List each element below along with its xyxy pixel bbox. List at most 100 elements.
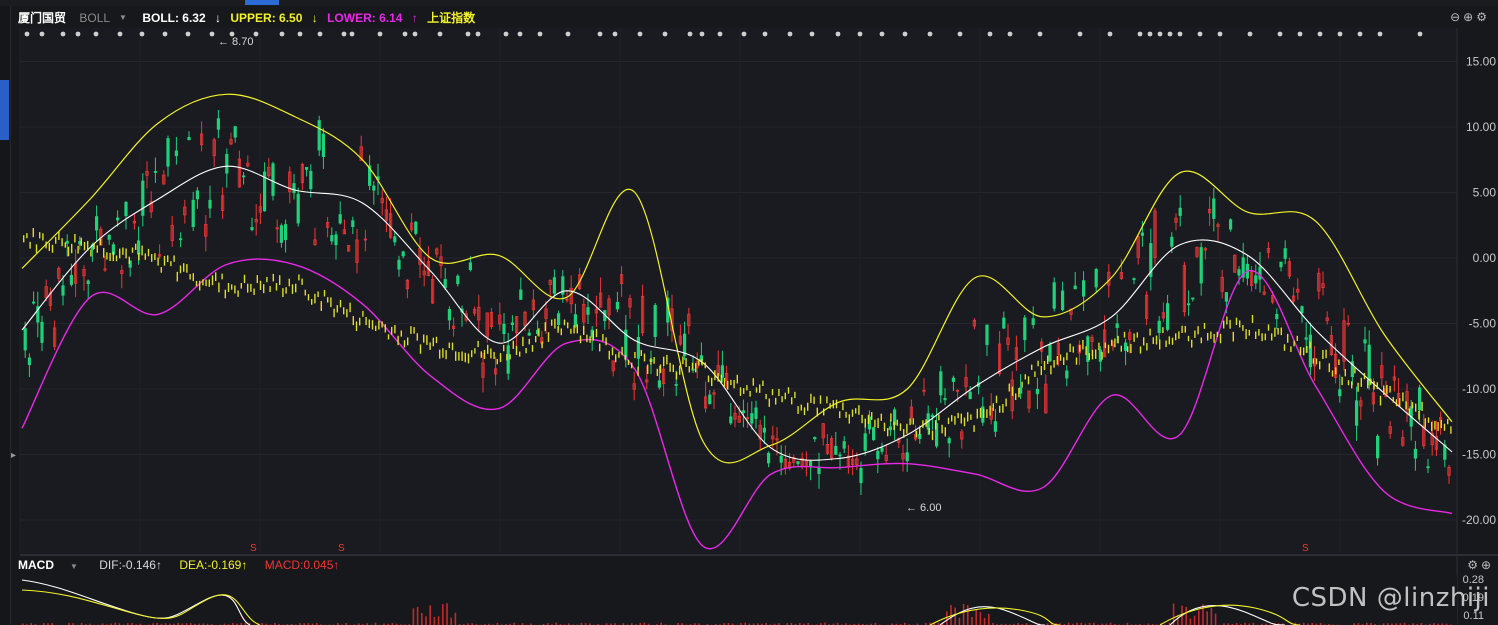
sell-signal-mark[interactable]: S	[1302, 543, 1309, 554]
candle-body	[195, 190, 199, 200]
index-tick	[608, 350, 610, 360]
index-tick	[778, 388, 780, 397]
event-marker-dot[interactable]	[987, 31, 993, 37]
event-marker-dot[interactable]	[1077, 31, 1083, 37]
event-marker-dot[interactable]	[957, 31, 963, 37]
macd-settings-icon[interactable]: ⚙⊕	[1467, 558, 1494, 572]
candle-body	[443, 279, 447, 289]
index-tick	[1111, 339, 1113, 346]
sell-signal-mark[interactable]: S	[338, 543, 345, 554]
event-marker-dot[interactable]	[1317, 31, 1323, 37]
event-marker-dot[interactable]	[1037, 31, 1043, 37]
candle-body	[615, 301, 620, 310]
event-marker-dot[interactable]	[517, 31, 523, 37]
event-marker-dot[interactable]	[879, 31, 885, 37]
index-tick	[1434, 420, 1436, 430]
index-tick	[333, 308, 335, 318]
event-marker-dot[interactable]	[162, 31, 168, 37]
event-marker-dot[interactable]	[1107, 31, 1113, 37]
event-marker-dot[interactable]	[1277, 31, 1283, 37]
event-marker-dot[interactable]	[1167, 31, 1173, 37]
event-marker-dot[interactable]	[117, 31, 123, 37]
event-marker-dot[interactable]	[1157, 31, 1163, 37]
event-marker-dot[interactable]	[253, 31, 259, 37]
event-marker-dot[interactable]	[612, 31, 618, 37]
index-tick	[1431, 421, 1433, 432]
event-marker-dot[interactable]	[139, 31, 145, 37]
event-marker-dot[interactable]	[902, 31, 908, 37]
macd-histogram-bar	[1214, 613, 1217, 625]
index-tick	[400, 330, 402, 337]
event-marker-dot[interactable]	[717, 31, 723, 37]
event-marker-dot[interactable]	[762, 31, 768, 37]
index-tick	[218, 282, 220, 293]
candle-body	[993, 421, 998, 432]
event-marker-dot[interactable]	[597, 31, 603, 37]
index-tick	[871, 412, 873, 420]
event-marker-dot[interactable]	[297, 31, 303, 37]
index-tick	[941, 424, 943, 434]
index-tick	[1079, 345, 1081, 352]
event-marker-dot[interactable]	[93, 31, 99, 37]
index-tick	[1440, 419, 1442, 429]
event-marker-dot[interactable]	[279, 31, 285, 37]
index-tick	[1335, 367, 1337, 375]
event-marker-dot[interactable]	[317, 31, 323, 37]
event-marker-dot[interactable]	[1417, 31, 1423, 37]
event-marker-dot[interactable]	[39, 31, 45, 37]
event-marker-dot[interactable]	[637, 31, 643, 37]
event-marker-dot[interactable]	[1217, 31, 1223, 37]
index-tick	[1367, 379, 1369, 389]
index-tick	[1325, 349, 1327, 359]
sell-signal-mark[interactable]: S	[250, 543, 257, 554]
candle-body	[968, 391, 972, 400]
macd-indicator-selector[interactable]: MACD ▼	[18, 556, 92, 576]
event-marker-dot[interactable]	[1147, 31, 1153, 37]
macd-histogram-bar	[433, 617, 436, 625]
event-marker-dot[interactable]	[377, 31, 383, 37]
event-marker-dot[interactable]	[1247, 31, 1253, 37]
event-marker-dot[interactable]	[60, 31, 66, 37]
event-marker-dot[interactable]	[857, 31, 863, 37]
index-tick	[301, 278, 303, 285]
index-tick	[771, 389, 774, 396]
event-marker-dot[interactable]	[687, 31, 693, 37]
event-marker-dot[interactable]	[1197, 31, 1203, 37]
event-marker-dot[interactable]	[662, 31, 668, 37]
event-marker-dot[interactable]	[349, 31, 355, 37]
event-marker-dot[interactable]	[209, 31, 215, 37]
event-marker-dot[interactable]	[1137, 31, 1143, 37]
event-marker-dot[interactable]	[412, 31, 418, 37]
index-tick	[746, 385, 748, 391]
event-marker-dot[interactable]	[835, 31, 841, 37]
event-marker-dot[interactable]	[437, 31, 443, 37]
index-tick	[327, 297, 329, 303]
event-marker-dot[interactable]	[503, 31, 509, 37]
candle-body	[309, 170, 313, 190]
event-marker-dot[interactable]	[741, 31, 747, 37]
candle-body	[813, 436, 817, 440]
event-marker-dot[interactable]	[809, 31, 815, 37]
event-marker-dot[interactable]	[475, 31, 481, 37]
event-marker-dot[interactable]	[699, 31, 705, 37]
event-marker-dot[interactable]	[75, 31, 81, 37]
index-tick	[1319, 361, 1321, 370]
event-marker-dot[interactable]	[1357, 31, 1363, 37]
index-tick	[384, 324, 386, 333]
event-marker-dot[interactable]	[537, 31, 543, 37]
event-marker-dot[interactable]	[1377, 31, 1383, 37]
event-marker-dot[interactable]	[927, 31, 933, 37]
event-marker-dot[interactable]	[185, 31, 191, 37]
event-marker-dot[interactable]	[465, 31, 471, 37]
event-marker-dot[interactable]	[24, 31, 30, 37]
index-tick	[1018, 387, 1020, 398]
event-marker-dot[interactable]	[787, 31, 793, 37]
event-marker-dot[interactable]	[402, 31, 408, 37]
event-marker-dot[interactable]	[1177, 31, 1183, 37]
main-price-chart[interactable]: 15.00 10.00 5.00 0.00 -5.00 -10.00 -15.00 -20.0…	[0, 0, 1498, 625]
event-marker-dot[interactable]	[565, 31, 571, 37]
event-marker-dot[interactable]	[1007, 31, 1013, 37]
event-marker-dot[interactable]	[1337, 31, 1343, 37]
event-marker-dot[interactable]	[341, 31, 347, 37]
event-marker-dot[interactable]	[1297, 31, 1303, 37]
